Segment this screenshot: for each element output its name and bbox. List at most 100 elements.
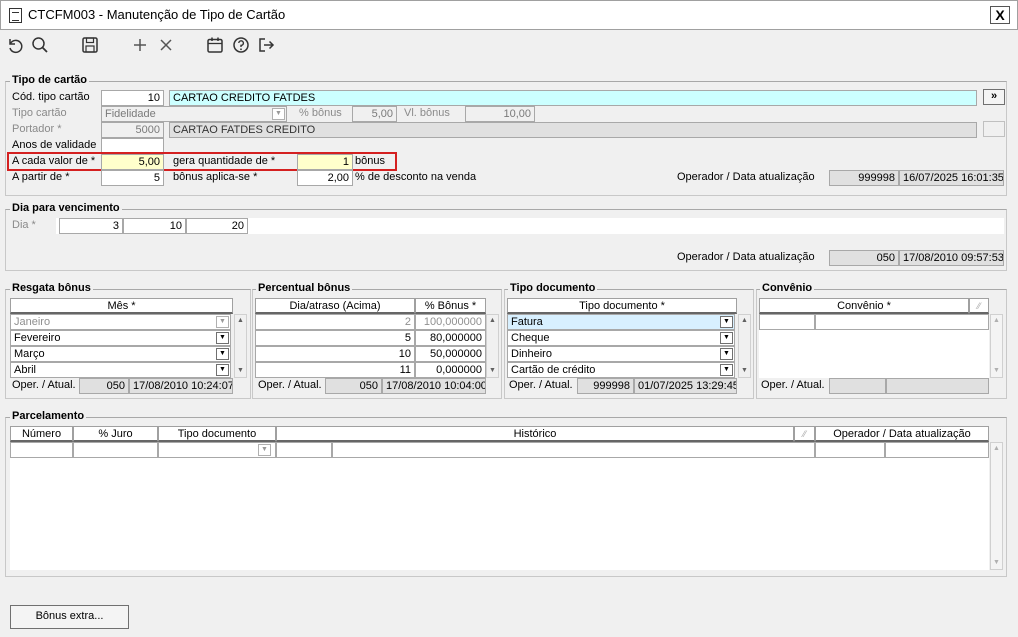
parcelamento-cell[interactable]	[73, 442, 158, 458]
scroll-up-icon[interactable]: ▲	[487, 315, 498, 327]
scroll-down-icon[interactable]: ▼	[739, 365, 750, 377]
parcelamento-cell[interactable]	[276, 442, 332, 458]
dia-input-3[interactable]: 20	[186, 218, 248, 234]
a-cada-label: A cada valor de *	[12, 155, 96, 167]
tipo-cartao-select: Fidelidade	[101, 106, 287, 122]
a-cada-input[interactable]: 5,00	[101, 154, 164, 170]
anos-validade-label: Anos de validade	[12, 139, 97, 151]
chevron-down-icon[interactable]: ▼	[720, 364, 733, 376]
a-partir-input[interactable]: 5	[101, 170, 164, 186]
scroll-down-icon[interactable]: ▼	[991, 365, 1002, 377]
dia-atraso-column-header[interactable]: Dia/atraso (Acima)	[255, 298, 415, 314]
scroll-down-icon[interactable]: ▼	[991, 557, 1002, 569]
convenio-cell[interactable]	[815, 314, 989, 330]
chevron-down-icon[interactable]: ▼	[720, 332, 733, 344]
resgata-title: Resgata bônus	[10, 282, 93, 294]
tipo-documento-row[interactable]: Cartão de crédito	[507, 362, 735, 378]
resgata-row[interactable]: Janeiro	[10, 314, 231, 330]
delete-icon[interactable]	[154, 33, 178, 57]
chevron-down-icon[interactable]: ▼	[720, 348, 733, 360]
numero-column-header[interactable]: Número	[10, 426, 73, 442]
undo-icon[interactable]	[3, 33, 27, 57]
historico-column-header[interactable]: Histórico	[276, 426, 794, 442]
pct-bonus-column-header[interactable]: % Bônus *	[415, 298, 486, 314]
scroll-up-icon[interactable]: ▲	[991, 315, 1002, 327]
column-settings-icon[interactable]: ⁄⁄	[794, 426, 815, 442]
resgata-row[interactable]: Fevereiro	[10, 330, 231, 346]
scroll-up-icon[interactable]: ▲	[991, 443, 1002, 455]
toolbar	[0, 30, 1018, 60]
tipo-documento-column-header[interactable]: Tipo documento	[158, 426, 276, 442]
tipo-documento-row[interactable]: Fatura	[507, 314, 735, 330]
column-settings-icon[interactable]: ⁄⁄	[969, 298, 989, 314]
parcelamento-scrollbar[interactable]	[990, 442, 1003, 570]
cod-tipo-input[interactable]: 10	[101, 90, 164, 106]
search-icon[interactable]	[28, 33, 52, 57]
parcelamento-cell[interactable]	[332, 442, 815, 458]
chevron-down-icon[interactable]: ▼	[216, 316, 229, 328]
a-partir-label: A partir de *	[12, 171, 70, 183]
window-title: CTCFM003 - Manutenção de Tipo de Cartão	[28, 7, 286, 22]
scroll-down-icon[interactable]: ▼	[235, 365, 246, 377]
chevron-down-icon[interactable]: ▼	[216, 332, 229, 344]
percentual-oper-label: Oper. / Atual.	[258, 379, 322, 391]
save-icon[interactable]	[78, 33, 102, 57]
convenio-column-header[interactable]: Convênio *	[759, 298, 969, 314]
resgata-row[interactable]: Abril	[10, 362, 231, 378]
percentual-dia-cell[interactable]: 5	[255, 330, 415, 346]
tipo-documento-column-header[interactable]: Tipo documento *	[507, 298, 737, 314]
parcelamento-cell[interactable]	[815, 442, 885, 458]
percentual-title: Percentual bônus	[256, 282, 353, 294]
bonus-aplica-label: bônus aplica-se *	[173, 171, 258, 183]
bonus-unit-label: bônus	[355, 155, 385, 167]
vencimento-oper-label: Operador / Data atualização	[677, 251, 815, 263]
resgata-row[interactable]: Março	[10, 346, 231, 362]
percentual-pct-cell[interactable]: 0,000000	[415, 362, 486, 378]
portador-label: Portador *	[12, 123, 62, 135]
convenio-cell[interactable]	[759, 314, 815, 330]
percentual-dia-cell[interactable]: 11	[255, 362, 415, 378]
tipo-documento-row[interactable]: Dinheiro	[507, 346, 735, 362]
vencimento-oper-code: 050	[829, 250, 899, 266]
descricao-input[interactable]: CARTAO CREDITO FATDES	[169, 90, 977, 106]
chevron-down-icon[interactable]: ▼	[216, 364, 229, 376]
scroll-up-icon[interactable]: ▲	[739, 315, 750, 327]
parcelamento-list-area	[10, 442, 989, 570]
desconto-label: % de desconto na venda	[355, 171, 477, 183]
tipo-documento-oper-label: Oper. / Atual.	[509, 379, 573, 391]
scroll-down-icon[interactable]: ▼	[487, 365, 498, 377]
bonus-extra-button[interactable]: Bônus extra...	[10, 605, 129, 629]
chevron-down-icon[interactable]: ▼	[216, 348, 229, 360]
help-icon[interactable]	[229, 33, 253, 57]
add-icon[interactable]	[128, 33, 152, 57]
juro-column-header[interactable]: % Juro	[73, 426, 158, 442]
vencimento-title: Dia para vencimento	[10, 202, 122, 214]
oper-data-label: Operador / Data atualização	[677, 171, 815, 183]
percentual-pct-cell[interactable]: 50,000000	[415, 346, 486, 362]
dia-input-2[interactable]: 10	[123, 218, 186, 234]
percentual-pct-cell[interactable]: 100,000000	[415, 314, 486, 330]
tipo-documento-row[interactable]: Cheque	[507, 330, 735, 346]
convenio-title: Convênio	[760, 282, 815, 294]
percentual-dia-cell[interactable]: 10	[255, 346, 415, 362]
lookup-button[interactable]: »	[983, 89, 1005, 105]
chevron-down-icon[interactable]: ▼	[258, 444, 271, 456]
parcelamento-cell[interactable]	[10, 442, 73, 458]
close-button[interactable]: X	[990, 6, 1010, 24]
scroll-up-icon[interactable]: ▲	[235, 315, 246, 327]
resgata-oper-code: 050	[79, 378, 129, 394]
bonus-aplica-input[interactable]: 2,00	[297, 170, 353, 186]
dia-input-1[interactable]: 3	[59, 218, 123, 234]
exit-icon[interactable]	[254, 33, 278, 57]
document-icon	[9, 8, 22, 23]
chevron-down-icon[interactable]: ▼	[720, 316, 733, 328]
percentual-pct-cell[interactable]: 80,000000	[415, 330, 486, 346]
mes-column-header[interactable]: Mês *	[10, 298, 233, 314]
calendar-icon[interactable]	[203, 33, 227, 57]
gera-quantidade-input[interactable]: 1	[297, 154, 353, 170]
operador-column-header[interactable]: Operador / Data atualização	[815, 426, 989, 442]
tipo-documento-oper-date: 01/07/2025 13:29:45	[634, 378, 737, 394]
parcelamento-cell[interactable]	[885, 442, 989, 458]
convenio-list-area	[759, 330, 989, 378]
percentual-dia-cell[interactable]: 2	[255, 314, 415, 330]
